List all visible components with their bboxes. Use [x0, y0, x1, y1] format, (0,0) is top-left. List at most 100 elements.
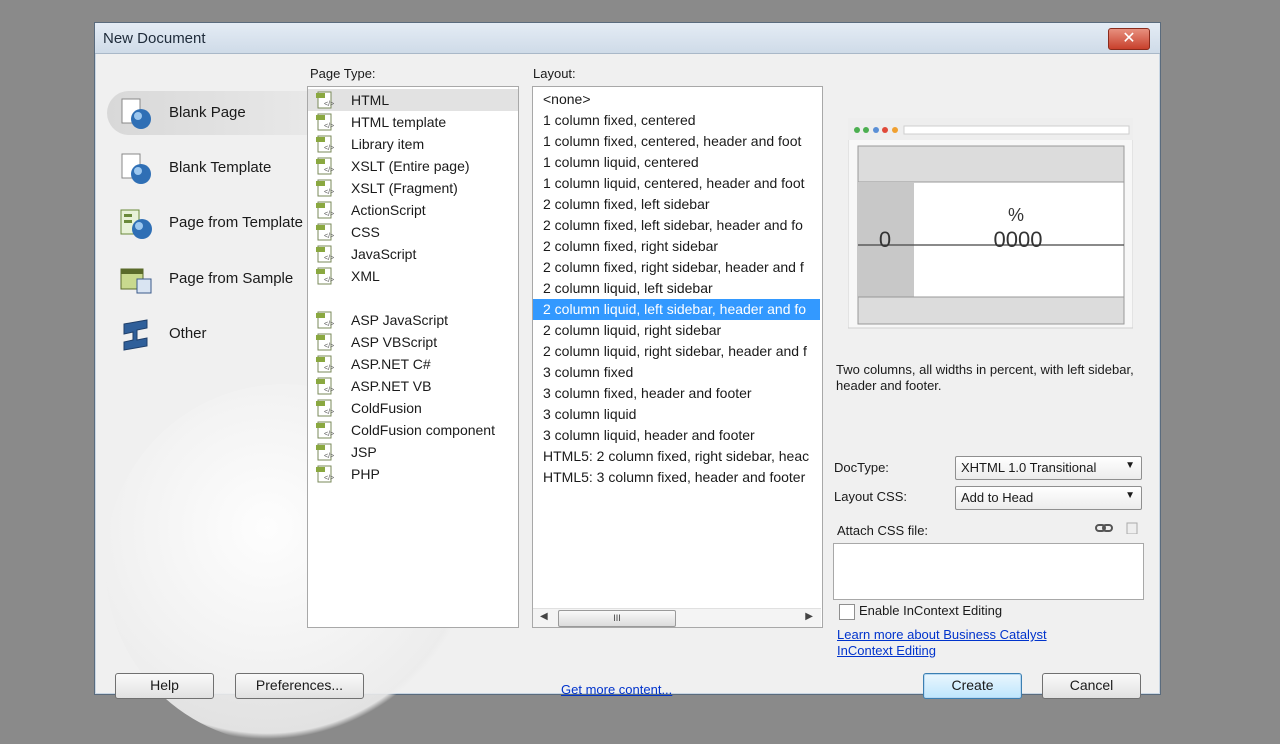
chevron-down-icon: ▼ — [1125, 460, 1135, 471]
layout-item-label: HTML5: 2 column fixed, right sidebar, he… — [543, 448, 810, 464]
layout-item[interactable]: 3 column liquid — [533, 404, 820, 425]
close-button[interactable]: ✕ — [1108, 28, 1150, 50]
page-type-item[interactable]: </> ASP JavaScript — [308, 309, 518, 331]
document-icon: </> — [316, 201, 334, 219]
layout-item[interactable]: 1 column fixed, centered, header and foo… — [533, 131, 820, 152]
document-icon: </> — [316, 267, 334, 285]
layout-item-label: 3 column liquid, header and footer — [543, 427, 755, 443]
layout-item[interactable]: 2 column liquid, right sidebar — [533, 320, 820, 341]
layout-item[interactable]: 2 column liquid, left sidebar, header an… — [533, 299, 820, 320]
svg-text:</>: </> — [324, 145, 334, 152]
layout-item[interactable]: 2 column fixed, left sidebar, header and… — [533, 215, 820, 236]
help-button[interactable]: Help — [115, 673, 214, 699]
layout-item[interactable]: <none> — [533, 89, 820, 110]
layout-item[interactable]: 2 column fixed, right sidebar, header an… — [533, 257, 820, 278]
page-type-item[interactable]: </> XML — [308, 265, 518, 287]
page-type-item[interactable]: </> PHP — [308, 463, 518, 485]
svg-text:</>: </> — [324, 343, 334, 350]
document-icon: </> — [316, 311, 334, 329]
category-label: Page from Sample — [169, 270, 294, 287]
layout-item-label: 2 column fixed, left sidebar — [543, 196, 710, 212]
document-icon: </> — [316, 421, 334, 439]
layout-css-value: Add to Head — [961, 490, 1034, 505]
layout-item[interactable]: 3 column fixed, header and footer — [533, 383, 820, 404]
scroll-right-arrow-icon[interactable]: ▶ — [805, 611, 813, 622]
layout-item-label: 1 column fixed, centered, header and foo… — [543, 133, 802, 149]
layout-item[interactable]: 1 column liquid, centered, header and fo… — [533, 173, 820, 194]
page-type-item[interactable]: </> ColdFusion component — [308, 419, 518, 441]
category-blank-page[interactable]: Blank Page — [107, 91, 307, 135]
page-type-label: ASP.NET VB — [351, 378, 432, 394]
category-page-from-sample[interactable]: Page from Sample — [107, 257, 307, 301]
page-type-item[interactable]: </> HTML — [308, 89, 518, 111]
page-type-item[interactable]: </> XSLT (Entire page) — [308, 155, 518, 177]
category-other[interactable]: Other — [107, 312, 307, 356]
document-icon: </> — [316, 135, 334, 153]
link-chain-icon[interactable] — [1095, 522, 1113, 534]
learn-more-link-line2[interactable]: InContext Editing — [837, 643, 936, 658]
layout-item-label: 1 column fixed, centered — [543, 112, 696, 128]
layout-item[interactable]: 3 column liquid, header and footer — [533, 425, 820, 446]
layout-item[interactable]: HTML5: 3 column fixed, header and footer — [533, 467, 820, 488]
page-type-item[interactable]: </> JavaScript — [308, 243, 518, 265]
page-type-item[interactable]: </> HTML template — [308, 111, 518, 133]
titlebar[interactable]: New Document ✕ — [95, 23, 1160, 54]
cancel-button[interactable]: Cancel — [1042, 673, 1141, 699]
category-blank-template[interactable]: Blank Template — [107, 146, 307, 190]
document-icon: </> — [316, 245, 334, 263]
create-button[interactable]: Create — [923, 673, 1022, 699]
layout-item[interactable]: 2 column fixed, right sidebar — [533, 236, 820, 257]
learn-more-link[interactable]: Learn more about Business Catalyst — [837, 627, 1047, 642]
layout-item-label: 3 column liquid — [543, 406, 637, 422]
page-type-item[interactable]: </> ASP.NET C# — [308, 353, 518, 375]
document-icon: </> — [316, 91, 334, 109]
layout-item[interactable]: 1 column liquid, centered — [533, 152, 820, 173]
svg-text:</>: </> — [324, 453, 334, 460]
document-icon: </> — [316, 113, 334, 131]
get-more-content-link[interactable]: Get more content... — [561, 682, 672, 697]
category-label: Page from Template — [169, 214, 303, 231]
layout-item[interactable]: 2 column fixed, left sidebar — [533, 194, 820, 215]
new-document-dialog: New Document ✕ Blank Page Blank Template — [94, 22, 1161, 744]
horizontal-scrollbar[interactable]: ◀ III ▶ — [533, 608, 821, 627]
svg-text:</>: </> — [324, 101, 334, 108]
page-type-label: ColdFusion — [351, 400, 422, 416]
attach-css-label: Attach CSS file: — [837, 523, 929, 538]
layout-item[interactable]: HTML5: 2 column fixed, right sidebar, he… — [533, 446, 820, 467]
layout-item-label: 3 column fixed, header and footer — [543, 385, 752, 401]
document-icon: </> — [316, 355, 334, 373]
page-type-item[interactable]: </> ActionScript — [308, 199, 518, 221]
page-type-item[interactable]: </> JSP — [308, 441, 518, 463]
scroll-left-arrow-icon[interactable]: ◀ — [540, 611, 548, 622]
doctype-select[interactable]: XHTML 1.0 Transitional ▼ — [955, 456, 1142, 480]
page-type-item[interactable]: </> ASP VBScript — [308, 331, 518, 353]
layout-item[interactable]: 1 column fixed, centered — [533, 110, 820, 131]
page-from-sample-icon — [120, 268, 152, 294]
preferences-button[interactable]: Preferences... — [235, 673, 364, 699]
scroll-thumb[interactable]: III — [558, 610, 676, 627]
layout-item[interactable]: 2 column liquid, right sidebar, header a… — [533, 341, 820, 362]
preview-left-symbol: 0 — [879, 227, 891, 252]
incontext-checkbox[interactable] — [839, 604, 855, 620]
attach-css-list[interactable] — [833, 543, 1144, 600]
page-type-item[interactable]: </> Library item — [308, 133, 518, 155]
page-type-label: JSP — [351, 444, 377, 460]
page-type-item[interactable]: </> ColdFusion — [308, 397, 518, 419]
category-label: Blank Page — [169, 104, 246, 121]
category-page-from-template[interactable]: Page from Template — [107, 201, 307, 245]
layout-item[interactable]: 2 column liquid, left sidebar — [533, 278, 820, 299]
page-type-label: XSLT (Fragment) — [351, 180, 458, 196]
layout-list[interactable]: <none> 1 column fixed, centered 1 column f… — [532, 86, 823, 628]
layout-item[interactable]: 3 column fixed — [533, 362, 820, 383]
page-type-item[interactable]: </> CSS — [308, 221, 518, 243]
doctype-label: DocType: — [834, 460, 889, 475]
layout-css-select[interactable]: Add to Head ▼ — [955, 486, 1142, 510]
layout-item-label: 2 column liquid, right sidebar — [543, 322, 722, 338]
page-type-item[interactable]: </> ASP.NET VB — [308, 375, 518, 397]
page-type-list[interactable]: </> HTML </> HTML template </> Library item </… — [307, 86, 519, 628]
layout-item-label: 2 column liquid, left sidebar — [543, 280, 713, 296]
page-type-item[interactable]: </> XSLT (Fragment) — [308, 177, 518, 199]
incontext-label: Enable InContext Editing — [859, 603, 1003, 618]
svg-text:</>: </> — [324, 409, 334, 416]
trash-icon[interactable] — [1123, 522, 1141, 534]
